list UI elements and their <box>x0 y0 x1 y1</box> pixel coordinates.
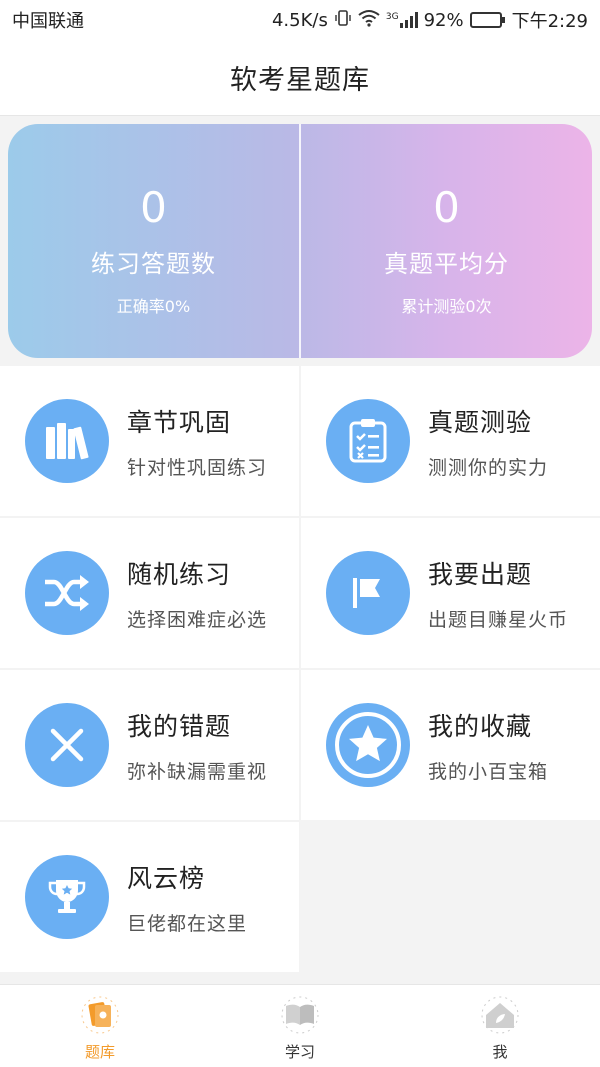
carrier-name: 中国联通 <box>12 11 84 32</box>
menu-item-title: 我要出题 <box>428 559 533 589</box>
practice-count-label: 练习答题数 <box>91 250 216 278</box>
tab-label: 学习 <box>284 1043 315 1061</box>
exam-average-label: 真题平均分 <box>384 250 509 278</box>
tab-study[interactable]: 学习 <box>200 985 400 1067</box>
menu-item-desc: 选择困难症必选 <box>127 608 268 631</box>
question-bank-icon <box>74 995 126 1035</box>
menu-item-title: 我的收藏 <box>428 711 533 741</box>
exam-average-value: 0 <box>433 183 460 232</box>
open-book-icon <box>274 995 326 1035</box>
page-title: 软考星题库 <box>230 65 370 96</box>
practice-stats[interactable]: 0 练习答题数 正确率0% <box>8 124 299 358</box>
vibrate-icon <box>334 9 352 32</box>
menu-item-title: 章节巩固 <box>127 407 232 437</box>
menu-item-desc: 针对性巩固练习 <box>127 456 268 479</box>
books-icon <box>25 399 109 483</box>
menu-mock-exam[interactable]: 真题测验 测测你的实力 <box>301 366 600 516</box>
menu-wrong-questions[interactable]: 我的错题 弥补缺漏需重视 <box>0 670 299 820</box>
flag-icon <box>326 551 410 635</box>
tab-me[interactable]: 我 <box>400 985 600 1067</box>
practice-count-value: 0 <box>140 183 167 232</box>
clock: 下午2:29 <box>511 11 588 32</box>
menu-item-desc: 弥补缺漏需重视 <box>127 760 268 783</box>
accuracy-rate: 正确率0% <box>116 297 191 316</box>
menu-item-title: 我的错题 <box>127 711 232 741</box>
menu-item-desc: 巨佬都在这里 <box>127 912 248 935</box>
clipboard-checklist-icon <box>326 399 410 483</box>
star-icon <box>326 703 410 787</box>
menu-leaderboard[interactable]: 风云榜 巨佬都在这里 <box>0 822 299 972</box>
menu-item-title: 真题测验 <box>428 407 533 437</box>
menu-item-desc: 出题目赚星火币 <box>428 608 569 631</box>
menu-item-desc: 测测你的实力 <box>428 456 549 479</box>
exam-stats[interactable]: 0 真题平均分 累计测验0次 <box>301 124 592 358</box>
shuffle-icon <box>25 551 109 635</box>
trophy-icon <box>25 855 109 939</box>
menu-item-desc: 我的小百宝箱 <box>428 760 549 783</box>
close-x-icon <box>25 703 109 787</box>
exam-count: 累计测验0次 <box>401 297 492 316</box>
menu-favorites[interactable]: 我的收藏 我的小百宝箱 <box>301 670 600 820</box>
cellular-signal-icon: 3G <box>386 12 418 28</box>
tab-label: 我 <box>492 1043 508 1061</box>
battery-percent: 92% <box>423 9 464 31</box>
network-type: 3G <box>385 12 399 22</box>
stats-card: 0 练习答题数 正确率0% 0 真题平均分 累计测验0次 <box>8 124 592 358</box>
battery-icon <box>469 12 505 28</box>
wifi-icon <box>358 9 380 32</box>
network-speed: 4.5K/s <box>271 9 328 31</box>
menu-random-practice[interactable]: 随机练习 选择困难症必选 <box>0 518 299 668</box>
status-icons: 4.5K/s 3G 92% 下午2:29 <box>272 7 588 33</box>
bottom-navigation: 题库 学习 我 <box>0 984 600 1067</box>
menu-create-question[interactable]: 我要出题 出题目赚星火币 <box>301 518 600 668</box>
status-bar: 中国联通 4.5K/s 3G 92% 下午2:29 <box>0 0 600 40</box>
app-header: 软考星题库 <box>0 40 600 116</box>
tab-question-bank[interactable]: 题库 <box>0 985 200 1067</box>
home-leaf-icon <box>474 995 526 1035</box>
tab-label: 题库 <box>84 1043 115 1061</box>
menu-item-title: 风云榜 <box>127 863 206 893</box>
menu-chapter-practice[interactable]: 章节巩固 针对性巩固练习 <box>0 366 299 516</box>
feature-grid: 章节巩固 针对性巩固练习 真题测验 测测你的实力 随机练习 选择困难症必选 我要… <box>0 366 600 972</box>
menu-item-title: 随机练习 <box>127 559 232 589</box>
